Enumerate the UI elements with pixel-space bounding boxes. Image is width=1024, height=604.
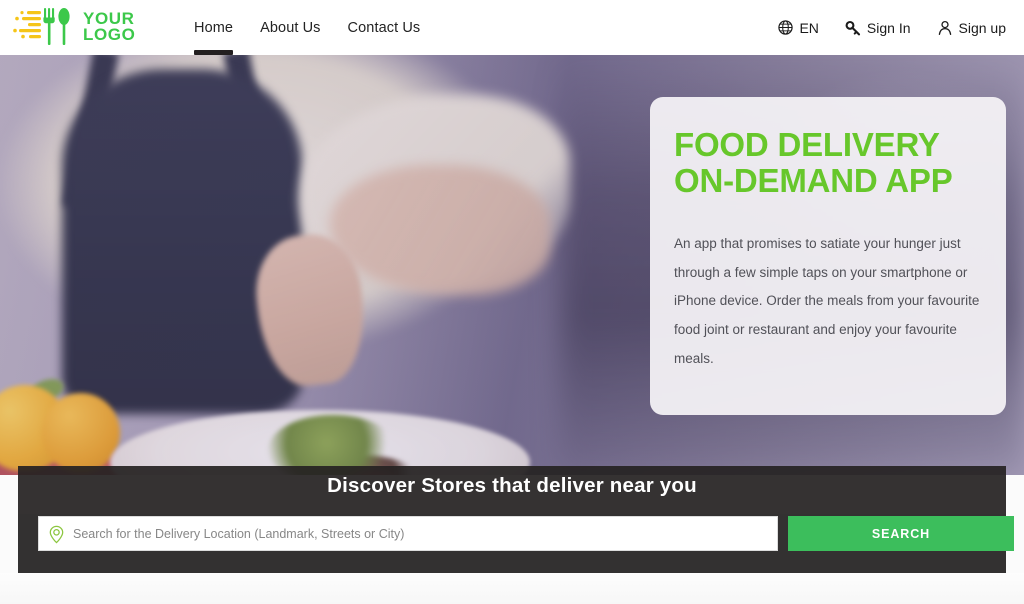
nav-item-about-us[interactable]: About Us	[260, 0, 320, 55]
header-actions: EN Sign In Sign up	[778, 0, 1006, 55]
main-navigation: Home About Us Contact Us	[194, 0, 420, 55]
hero-section: FOOD DELIVERY ON-DEMAND APP An app that …	[0, 55, 1024, 475]
logo-line-2: LOGO	[83, 25, 136, 44]
hero-title: FOOD DELIVERY ON-DEMAND APP	[674, 126, 953, 199]
sign-up-button[interactable]: Sign up	[937, 20, 1006, 36]
sign-up-label: Sign up	[958, 19, 1006, 36]
search-heading: Discover Stores that deliver near you	[327, 474, 697, 497]
nav-item-home[interactable]: Home	[194, 0, 234, 55]
search-input[interactable]	[73, 517, 777, 550]
logo-cutlery-icon	[13, 8, 70, 45]
logo-text: YOUR LOGO	[83, 11, 136, 44]
search-button[interactable]: SEARCH	[788, 516, 1014, 551]
site-logo[interactable]: YOUR LOGO	[13, 6, 135, 48]
below-fold-area	[0, 573, 1024, 604]
globe-icon	[778, 20, 794, 35]
landing-page: YOUR LOGO Home About Us Contact Us EN Si…	[0, 0, 1024, 604]
key-icon	[845, 20, 860, 35]
hero-description: An app that promises to satiate your hun…	[674, 236, 980, 366]
search-panel: Discover Stores that deliver near you SE…	[18, 466, 1014, 573]
language-label: EN	[799, 19, 819, 36]
language-selector[interactable]: EN	[778, 19, 819, 36]
location-pin-icon	[49, 525, 64, 544]
user-icon	[938, 20, 951, 35]
search-field[interactable]	[38, 516, 778, 551]
sign-in-button[interactable]: Sign In	[845, 20, 911, 36]
sign-in-label: Sign In	[866, 19, 911, 36]
hero-text-card: FOOD DELIVERY ON-DEMAND APP An app that …	[650, 97, 1006, 415]
search-row: SEARCH	[38, 516, 1014, 551]
nav-item-contact-us[interactable]: Contact Us	[348, 0, 421, 55]
site-header: YOUR LOGO Home About Us Contact Us EN Si…	[0, 0, 1024, 55]
